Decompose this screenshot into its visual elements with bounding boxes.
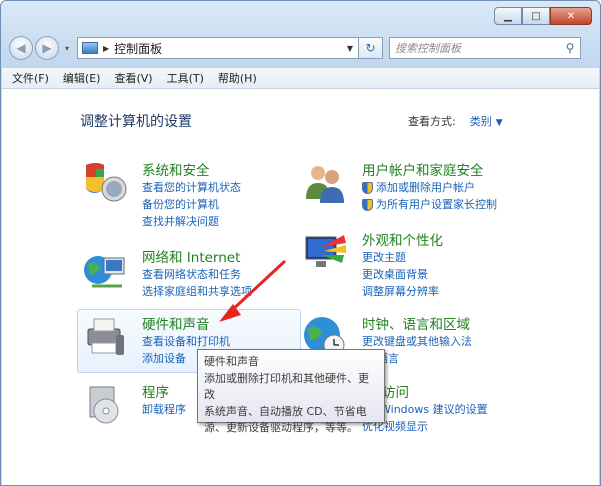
- link-backup-computer[interactable]: 备份您的计算机: [142, 196, 241, 213]
- link-change-background[interactable]: 更改桌面背景: [362, 266, 439, 283]
- back-button[interactable]: ◀: [9, 36, 33, 60]
- uac-shield-icon: [362, 198, 373, 211]
- link-windows-suggested-settings[interactable]: Windows 建议的设置: [380, 401, 488, 418]
- link-network-status[interactable]: 查看网络状态和任务: [142, 266, 252, 283]
- refresh-button[interactable]: ↻: [359, 37, 383, 59]
- menu-tools[interactable]: 工具(T): [167, 70, 204, 86]
- view-by-dropdown-icon[interactable]: ▼: [496, 118, 503, 128]
- caption-buttons: ▁ □ ✕: [494, 7, 592, 25]
- close-button[interactable]: ✕: [550, 7, 592, 25]
- category-system-security: 系统和安全 查看您的计算机状态 备份您的计算机 查找并解决问题: [82, 159, 282, 231]
- search-box[interactable]: 搜索控制面板 ⚲: [389, 37, 581, 59]
- network-globe-icon: [84, 256, 125, 288]
- back-arrow-icon: ◀: [16, 41, 26, 55]
- category-title[interactable]: 时钟、语言和区域: [362, 313, 470, 333]
- navigation-bar: ◀ ▶ ▾ ▶ 控制面板 ▼ ↻ 搜索控制面板 ⚲: [9, 34, 592, 62]
- refresh-icon: ↻: [365, 41, 376, 55]
- category-title[interactable]: 外观和个性化: [362, 229, 443, 249]
- menu-help[interactable]: 帮助(H): [218, 70, 257, 86]
- link-check-computer-status[interactable]: 查看您的计算机状态: [142, 179, 241, 196]
- category-appearance: 外观和个性化 更改主题 更改桌面背景 调整屏幕分辨率: [302, 229, 522, 298]
- recent-pages-dropdown[interactable]: ▾: [61, 44, 73, 53]
- view-by-label: 查看方式:: [408, 115, 456, 128]
- search-icon[interactable]: ⚲: [560, 41, 580, 55]
- category-title[interactable]: 程序: [142, 381, 169, 401]
- breadcrumb-control-panel[interactable]: 控制面板: [114, 40, 342, 57]
- shield-security-icon: [86, 163, 127, 202]
- view-by: 查看方式: 类别 ▼: [408, 113, 503, 129]
- hardware-tooltip: 硬件和声音 添加或删除打印机和其他硬件、更改 系统声音、自动播放 CD、节省电 …: [197, 349, 385, 434]
- forward-arrow-icon: ▶: [42, 41, 52, 55]
- content-pane: 调整计算机的设置 查看方式: 类别 ▼ 系统和安全 查看您的计算机状态 备份您的计算…: [2, 89, 599, 485]
- tooltip-line: 系统声音、自动播放 CD、节省电: [204, 404, 367, 418]
- programs-disc-icon: [89, 386, 119, 424]
- minimize-button[interactable]: ▁: [494, 7, 522, 25]
- search-input[interactable]: 搜索控制面板: [395, 40, 560, 56]
- breadcrumb-separator-icon[interactable]: ▶: [103, 44, 109, 53]
- address-dropdown-icon[interactable]: ▼: [342, 44, 358, 53]
- page-title: 调整计算机的设置: [80, 114, 192, 130]
- view-by-value[interactable]: 类别: [470, 115, 492, 128]
- printer-icon: [87, 318, 124, 355]
- appearance-monitor-icon: [305, 235, 346, 267]
- uac-shield-icon: [362, 181, 373, 194]
- users-icon: [306, 166, 344, 203]
- menu-file[interactable]: 文件(F): [12, 70, 49, 86]
- category-title[interactable]: 用户帐户和家庭安全: [362, 159, 484, 179]
- category-title[interactable]: 网络和 Internet: [142, 246, 240, 266]
- menu-edit[interactable]: 编辑(E): [63, 70, 101, 86]
- link-screen-resolution[interactable]: 调整屏幕分辨率: [362, 283, 439, 300]
- category-user-accounts: 用户帐户和家庭安全 添加或删除用户帐户 为所有用户设置家长控制: [302, 159, 542, 219]
- tooltip-line: 源、更新设备驱动程序，等等。: [204, 421, 358, 434]
- link-homegroup-sharing[interactable]: 选择家庭组和共享选项: [142, 283, 252, 300]
- link-add-remove-accounts[interactable]: 添加或删除用户帐户: [362, 179, 497, 196]
- category-title[interactable]: 访问: [382, 381, 409, 401]
- link-change-theme[interactable]: 更改主题: [362, 249, 439, 266]
- link-change-keyboard[interactable]: 更改键盘或其他输入法: [362, 333, 472, 350]
- menu-bar: 文件(F) 编辑(E) 查看(V) 工具(T) 帮助(H): [2, 67, 599, 89]
- address-bar[interactable]: ▶ 控制面板 ▼: [77, 37, 359, 59]
- forward-button[interactable]: ▶: [35, 36, 59, 60]
- link-uninstall-program[interactable]: 卸载程序: [142, 401, 186, 418]
- maximize-button[interactable]: □: [522, 7, 550, 25]
- category-title[interactable]: 硬件和声音: [142, 313, 210, 333]
- tooltip-line: 添加或删除打印机和其他硬件、更改: [204, 371, 369, 402]
- control-panel-icon: [82, 42, 98, 54]
- control-panel-window: ▁ □ ✕ ◀ ▶ ▾ ▶ 控制面板 ▼ ↻ 搜索控制面板 ⚲ 文件(F) 编辑…: [0, 0, 601, 486]
- link-troubleshoot[interactable]: 查找并解决问题: [142, 213, 241, 230]
- category-network: 网络和 Internet 查看网络状态和任务 选择家庭组和共享选项: [82, 246, 292, 306]
- link-parental-controls[interactable]: 为所有用户设置家长控制: [362, 196, 497, 213]
- menu-view[interactable]: 查看(V): [114, 70, 152, 86]
- category-title[interactable]: 系统和安全: [142, 159, 210, 179]
- tooltip-title: 硬件和声音: [204, 355, 259, 368]
- link-devices-printers[interactable]: 查看设备和打印机: [142, 333, 230, 350]
